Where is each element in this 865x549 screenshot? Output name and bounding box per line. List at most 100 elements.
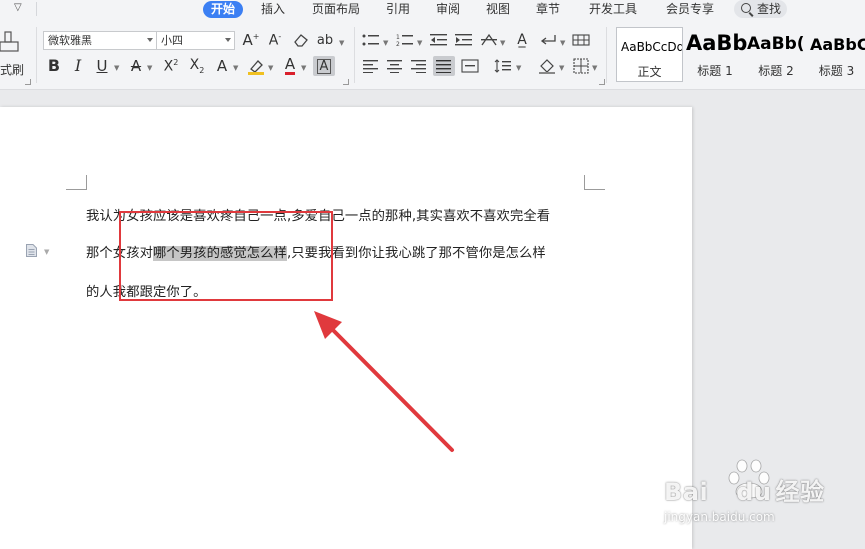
font-dialog-launcher[interactable] — [343, 79, 349, 85]
group-separator — [606, 27, 607, 83]
styles-gallery: AaBbCcDd 正文 AaBb 标题 1 AaBb( 标题 2 AaBbC 标… — [612, 27, 865, 83]
tab-member[interactable]: 会员专享 — [666, 1, 714, 18]
tab-view[interactable]: 视图 — [486, 1, 510, 18]
watermark-brand-cn: 经验 — [775, 478, 825, 506]
eraser-icon — [294, 34, 308, 47]
justify-icon — [436, 60, 451, 73]
crop-mark-left — [66, 175, 87, 190]
line-spacing-button[interactable] — [494, 57, 512, 75]
highlight-button[interactable] — [247, 57, 265, 75]
grow-font-button[interactable]: A+ — [242, 31, 260, 49]
format-painter-button[interactable] — [0, 29, 26, 53]
highlight-box — [119, 211, 333, 301]
style-preview: AaBb — [686, 31, 748, 55]
align-left-button[interactable] — [362, 57, 380, 75]
text-effect-icon: A — [216, 56, 228, 75]
chevron-down-icon[interactable]: ▼ — [516, 65, 521, 72]
italic-icon: I — [74, 56, 82, 75]
align-right-button[interactable] — [410, 57, 428, 75]
document-page[interactable] — [0, 107, 692, 549]
chevron-down-icon[interactable]: ▼ — [301, 65, 306, 72]
table-tools-button[interactable] — [572, 31, 590, 49]
tab-insert[interactable]: 插入 — [261, 1, 285, 18]
underline-icon: U — [96, 56, 108, 75]
style-heading-1[interactable]: AaBb 标题 1 — [682, 27, 748, 82]
return-arrow-icon — [540, 35, 556, 45]
tab-review[interactable]: 审阅 — [436, 1, 460, 18]
tab-developer[interactable]: 开发工具 — [589, 1, 637, 18]
format-painter-icon — [0, 31, 19, 52]
shrink-font-icon: A- — [268, 31, 282, 49]
font-color-icon: A — [284, 55, 296, 75]
group-separator — [36, 27, 37, 83]
shading-button[interactable] — [538, 57, 556, 75]
bullet-list-button[interactable] — [362, 31, 380, 49]
superscript-button[interactable]: X2 — [162, 57, 180, 75]
chevron-down-icon[interactable]: ▼ — [383, 40, 388, 47]
clear-format-button[interactable] — [292, 31, 310, 49]
highlighter-icon — [248, 60, 264, 75]
tab-chapter[interactable]: 章节 — [536, 1, 560, 18]
chevron-down-icon[interactable]: ▼ — [500, 40, 505, 47]
distribute-icon — [461, 59, 479, 73]
align-center-icon — [387, 60, 402, 73]
search-button[interactable]: 查找 — [734, 0, 787, 18]
font-size-select[interactable]: 小四 — [156, 31, 235, 50]
chevron-down-icon[interactable]: ▼ — [559, 65, 564, 72]
grow-font-icon: A+ — [242, 30, 260, 49]
paragraph-dialog-launcher[interactable] — [599, 79, 605, 85]
underline-button[interactable]: U — [93, 57, 111, 75]
paint-bucket-icon — [539, 59, 555, 74]
subscript-button[interactable]: X2 — [188, 57, 206, 75]
chevron-down-icon — [147, 38, 153, 42]
chevron-down-icon[interactable]: ▼ — [233, 65, 238, 72]
chinese-layout-button[interactable] — [480, 31, 498, 49]
align-center-button[interactable] — [386, 57, 404, 75]
table-icon — [572, 34, 590, 46]
document-icon[interactable] — [26, 244, 37, 257]
font-color-button[interactable]: A — [281, 57, 299, 75]
tab-page-layout[interactable]: 页面布局 — [312, 1, 360, 18]
chevron-down-icon[interactable]: ▼ — [44, 248, 49, 256]
phonetic-guide-button[interactable]: ab — [316, 31, 334, 49]
chevron-down-icon[interactable]: ▼ — [339, 40, 344, 47]
decrease-indent-button[interactable] — [430, 31, 448, 49]
distributed-align-button[interactable] — [461, 57, 479, 75]
font-size-value: 小四 — [161, 34, 183, 47]
borders-button[interactable] — [572, 57, 590, 75]
chevron-down-icon[interactable]: ▼ — [560, 40, 565, 47]
font-name-select[interactable]: 微软雅黑 — [43, 31, 157, 50]
clipboard-dialog-launcher[interactable] — [25, 79, 31, 85]
phonetic-icon: ab — [316, 32, 334, 48]
style-normal[interactable]: AaBbCcDd 正文 — [616, 27, 683, 82]
char-shading-button[interactable]: A — [313, 56, 335, 76]
quick-access-dropdown-icon[interactable]: ▽ — [14, 2, 22, 13]
show-marks-button[interactable]: A̲ — [513, 31, 531, 49]
watermark-url: jingyan.baidu.com — [664, 510, 775, 524]
shrink-font-button[interactable]: A- — [266, 31, 284, 49]
chevron-down-icon[interactable]: ▼ — [114, 65, 119, 72]
tab-references[interactable]: 引用 — [386, 1, 410, 18]
tab-home[interactable]: 开始 — [203, 1, 244, 18]
style-preview: AaBbC — [810, 35, 865, 54]
style-heading-3[interactable]: AaBbC 标题 3 — [808, 27, 865, 82]
chevron-down-icon[interactable]: ▼ — [592, 65, 597, 72]
chevron-down-icon[interactable]: ▼ — [417, 40, 422, 47]
subscript-icon: X2 — [189, 56, 205, 75]
align-right-icon — [411, 60, 426, 73]
increase-indent-button[interactable] — [455, 31, 473, 49]
text-effect-button[interactable]: A — [213, 57, 231, 75]
chevron-down-icon[interactable]: ▼ — [268, 65, 273, 72]
style-heading-2[interactable]: AaBb( 标题 2 — [745, 27, 807, 82]
bold-button[interactable]: B — [45, 57, 63, 75]
char-shading-icon: A — [316, 58, 332, 74]
italic-button[interactable]: I — [69, 57, 87, 75]
decrease-indent-icon — [430, 34, 447, 46]
line-break-button[interactable] — [540, 31, 558, 49]
chevron-down-icon[interactable]: ▼ — [147, 65, 152, 72]
justify-button[interactable] — [433, 56, 455, 76]
chevron-down-icon — [225, 38, 231, 42]
strikethrough-button[interactable]: A — [127, 57, 145, 75]
increase-indent-icon — [455, 34, 472, 46]
numbered-list-button[interactable]: 12 — [396, 31, 414, 49]
